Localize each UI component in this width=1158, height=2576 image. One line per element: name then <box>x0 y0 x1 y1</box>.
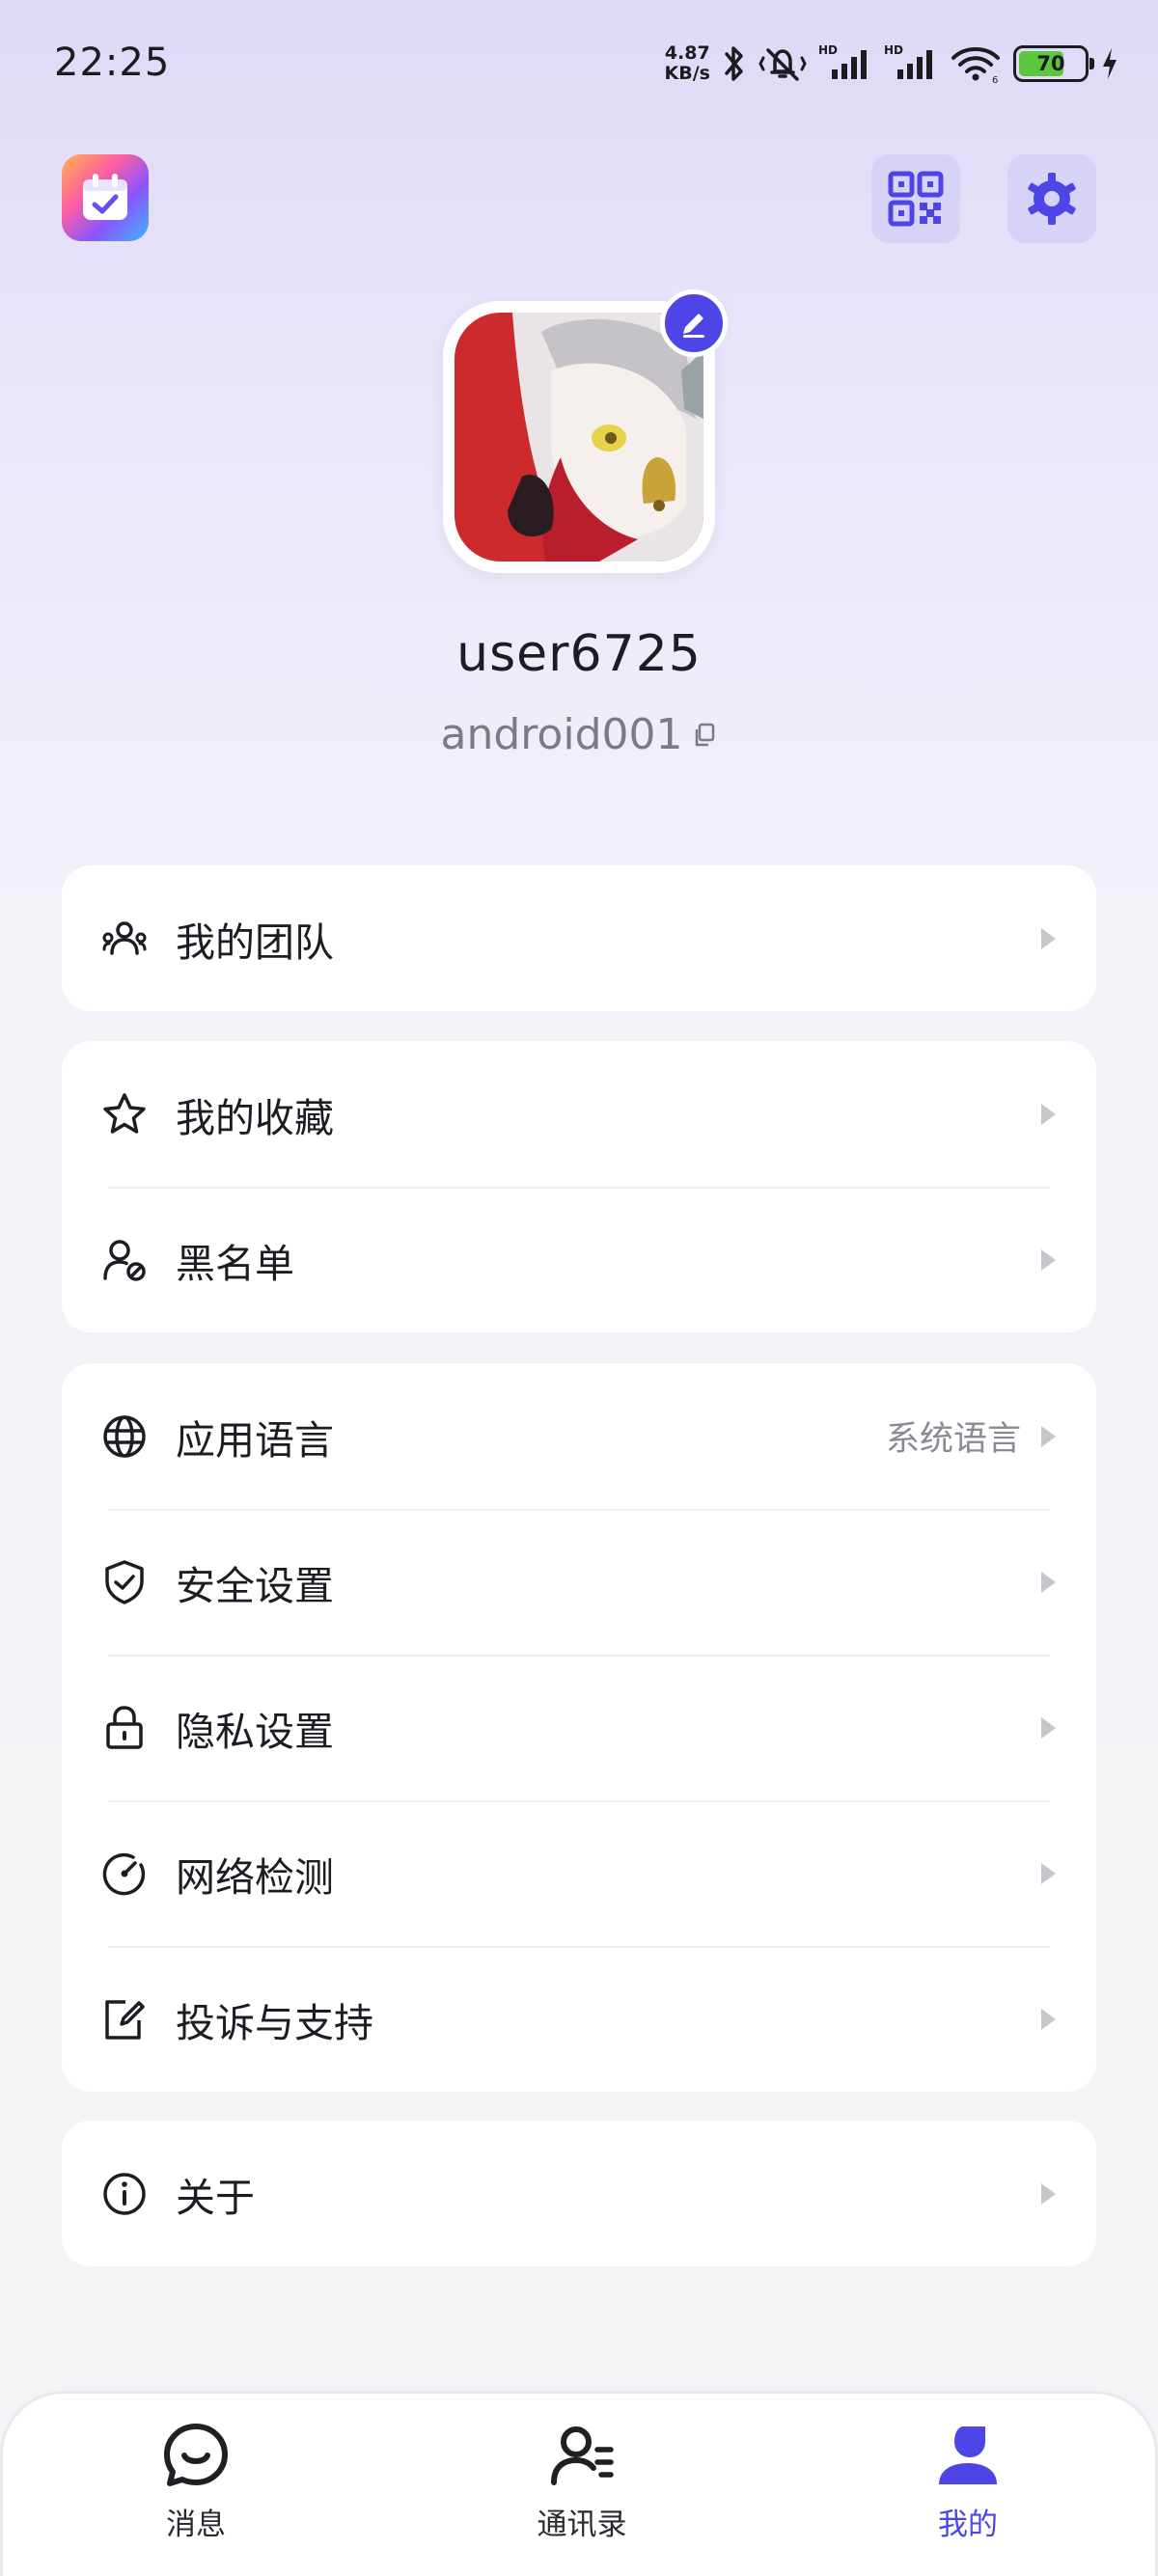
gauge-icon <box>102 1852 146 1895</box>
chevron-right-icon <box>1041 1425 1056 1447</box>
charging-icon <box>1103 48 1117 79</box>
svg-text:HD: HD <box>818 43 838 57</box>
menu-item-label: 应用语言 <box>176 1416 334 1464</box>
menu-item-label: 我的团队 <box>176 918 334 966</box>
menu-item-favorites[interactable]: 我的收藏 <box>62 1041 1096 1187</box>
qr-code-button[interactable] <box>871 154 960 243</box>
menu-item-complaint[interactable]: 投诉与支持 <box>62 1946 1096 2092</box>
tab-contacts[interactable]: 通讯录 <box>456 2421 707 2543</box>
edit-note-icon <box>105 1999 145 2040</box>
battery-icon: 70 <box>1013 45 1094 82</box>
bluetooth-icon <box>725 46 743 81</box>
avatar-image <box>455 313 703 562</box>
user-block-icon <box>103 1239 146 1281</box>
tab-label: 消息 <box>166 2507 226 2542</box>
language-value: 系统语言 <box>885 1420 1021 1459</box>
team-card: 我的团队 <box>62 865 1096 1011</box>
menu-item-label: 隐私设置 <box>176 1708 334 1755</box>
calendar-app-button[interactable] <box>62 154 149 241</box>
chevron-right-icon <box>1041 1716 1056 1739</box>
globe-icon <box>103 1414 146 1458</box>
menu-item-label: 关于 <box>176 2174 255 2221</box>
chevron-right-icon <box>1041 1862 1056 1884</box>
status-bar: 22:25 4.87 KB/s HD HD 6 70 <box>0 0 1158 135</box>
bottom-navigation: 消息 通讯录 我的 <box>0 2391 1158 2576</box>
signal-hd-icon: HD <box>884 43 932 79</box>
chevron-right-icon <box>1041 2008 1056 2030</box>
about-card: 关于 <box>62 2121 1096 2266</box>
menu-item-label: 安全设置 <box>176 1562 334 1609</box>
info-icon <box>103 2172 146 2215</box>
collection-card: 我的收藏 黑名单 <box>62 1041 1096 1332</box>
mute-vibrate-icon <box>758 48 807 81</box>
svg-text:HD: HD <box>884 43 903 57</box>
network-speed-value: 4.87 <box>664 42 710 64</box>
chat-smile-icon <box>164 2424 228 2486</box>
copy-icon[interactable] <box>692 722 717 749</box>
menu-item-privacy[interactable]: 隐私设置 <box>62 1655 1096 1800</box>
account-id-row[interactable]: android001 <box>0 710 1158 759</box>
calendar-check-icon <box>83 174 127 220</box>
tab-label: 通讯录 <box>537 2507 627 2542</box>
shield-check-icon <box>105 1559 144 1604</box>
team-icon <box>102 920 147 955</box>
username: user6725 <box>456 625 702 683</box>
pencil-icon <box>683 314 704 338</box>
network-speed: 4.87 KB/s <box>665 43 710 84</box>
chevron-right-icon <box>1041 1248 1056 1271</box>
settings-card: 应用语言 系统语言 安全设置 隐私设置 网络检测 投诉与支持 <box>62 1363 1096 2092</box>
avatar <box>455 313 703 562</box>
contacts-icon <box>551 2426 614 2485</box>
wifi-icon: 6 <box>951 47 1000 85</box>
status-icons: 4.87 KB/s HD HD 6 70 <box>665 37 1119 91</box>
menu-item-language[interactable]: 应用语言 系统语言 <box>62 1363 1096 1509</box>
chevron-right-icon <box>1041 2182 1056 2205</box>
signal-hd-icon: HD <box>818 43 867 79</box>
tab-label: 我的 <box>938 2507 998 2542</box>
battery-level: 70 <box>1036 52 1065 75</box>
chevron-right-icon <box>1041 927 1056 949</box>
svg-text:6: 6 <box>992 75 998 85</box>
status-time: 22:25 <box>54 41 171 85</box>
menu-item-about[interactable]: 关于 <box>62 2121 1096 2266</box>
menu-item-label: 黑名单 <box>176 1240 294 1287</box>
menu-item-label: 投诉与支持 <box>176 1999 373 2046</box>
tab-mine[interactable]: 我的 <box>842 2421 1093 2543</box>
chevron-right-icon <box>1041 1103 1056 1125</box>
edit-profile-button[interactable] <box>660 289 728 357</box>
account-id: android001 <box>440 710 683 759</box>
menu-item-security[interactable]: 安全设置 <box>62 1509 1096 1655</box>
star-icon <box>103 1092 146 1134</box>
person-icon <box>939 2426 997 2484</box>
menu-item-network[interactable]: 网络检测 <box>62 1800 1096 1946</box>
chevron-right-icon <box>1041 1571 1056 1593</box>
network-speed-unit: KB/s <box>664 63 710 84</box>
lock-icon <box>106 1705 143 1749</box>
settings-button[interactable] <box>1007 154 1096 243</box>
tab-messages[interactable]: 消息 <box>70 2421 321 2543</box>
menu-item-team[interactable]: 我的团队 <box>62 865 1096 1011</box>
gear-icon <box>1028 173 1076 225</box>
qr-code-icon <box>888 171 944 227</box>
menu-item-label: 网络检测 <box>176 1853 334 1901</box>
menu-item-blacklist[interactable]: 黑名单 <box>62 1187 1096 1332</box>
menu-item-label: 我的收藏 <box>176 1094 334 1141</box>
